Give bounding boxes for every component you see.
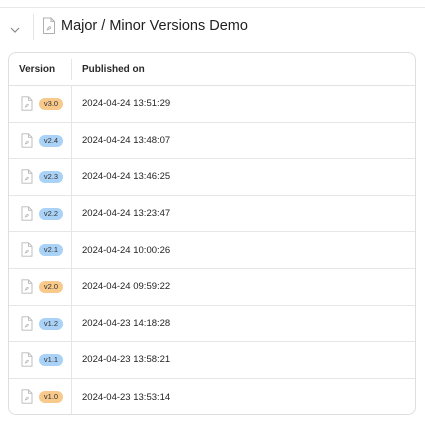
table-row[interactable]: v2.3 2024-04-24 13:46:25	[9, 159, 415, 196]
published-on-cell: 2024-04-24 13:48:07	[82, 134, 171, 146]
document-icon	[21, 315, 33, 331]
published-on-cell: 2024-04-24 09:59:22	[82, 281, 171, 293]
published-on-cell: 2024-04-23 14:18:28	[82, 317, 171, 329]
version-badge: v2.0	[39, 280, 63, 293]
page-title: Major / Minor Versions Demo	[61, 18, 248, 34]
version-badge: v2.1	[39, 244, 63, 257]
document-icon	[21, 242, 33, 258]
table-header: Version Published on	[9, 53, 415, 86]
document-icon	[21, 352, 33, 367]
table-row[interactable]: v2.4 2024-04-24 13:48:07	[9, 122, 415, 160]
version-badge: v1.1	[39, 354, 63, 367]
collapse-button[interactable]	[8, 16, 22, 33]
published-on-cell: 2024-04-23 13:53:14	[82, 391, 171, 403]
column-divider	[71, 305, 72, 342]
published-on-cell: 2024-04-24 13:23:47	[82, 208, 171, 220]
table-row[interactable]: v1.0 2024-04-23 13:53:14	[9, 378, 415, 414]
published-on-cell: 2024-04-24 13:51:29	[82, 98, 171, 110]
published-on-cell: 2024-04-24 13:46:25	[82, 171, 171, 183]
version-badge: v1.2	[39, 317, 63, 330]
header-divider	[33, 14, 34, 40]
column-divider	[71, 122, 72, 159]
document-icon	[21, 389, 33, 404]
version-badge: v2.3	[39, 171, 63, 184]
column-divider	[71, 59, 72, 80]
column-divider	[71, 195, 72, 232]
document-icon	[21, 206, 33, 221]
table-row[interactable]: v3.0 2024-04-24 13:51:29	[9, 86, 415, 123]
table-row[interactable]: v1.2 2024-04-23 14:18:28	[9, 305, 415, 343]
document-icon	[21, 169, 33, 184]
document-icon	[21, 96, 33, 111]
table-row[interactable]: v2.1 2024-04-24 10:00:26	[9, 232, 415, 269]
document-icon	[21, 279, 33, 294]
published-on-cell: 2024-04-23 13:58:21	[82, 354, 171, 366]
section-header: Major / Minor Versions Demo	[0, 8, 425, 44]
page: Major / Minor Versions Demo Version Publ…	[0, 0, 425, 424]
document-icon	[42, 17, 56, 35]
version-badge: v1.0	[39, 390, 63, 403]
version-badge: v2.2	[39, 207, 63, 220]
column-header-published-on[interactable]: Published on	[82, 53, 145, 86]
table-row[interactable]: v1.1 2024-04-23 13:58:21	[9, 342, 415, 379]
column-header-version[interactable]: Version	[19, 53, 55, 86]
column-divider	[71, 86, 72, 122]
table-body: v3.0 2024-04-24 13:51:29 v2.4 2024-04-24 13…	[9, 86, 415, 414]
versions-table: Version Published on v3.0 2024-04-24 13:5…	[8, 52, 416, 415]
chevron-down-icon	[10, 20, 20, 33]
column-divider	[71, 378, 72, 414]
document-icon	[21, 132, 33, 148]
column-divider	[71, 268, 72, 305]
version-badge: v3.0	[39, 98, 63, 110]
table-row[interactable]: v2.0 2024-04-24 09:59:22	[9, 268, 415, 306]
published-on-cell: 2024-04-24 10:00:26	[82, 244, 171, 256]
column-divider	[71, 232, 72, 268]
column-divider	[71, 342, 72, 378]
version-badge: v2.4	[39, 134, 63, 147]
table-row[interactable]: v2.2 2024-04-24 13:23:47	[9, 195, 415, 233]
column-divider	[71, 159, 72, 195]
